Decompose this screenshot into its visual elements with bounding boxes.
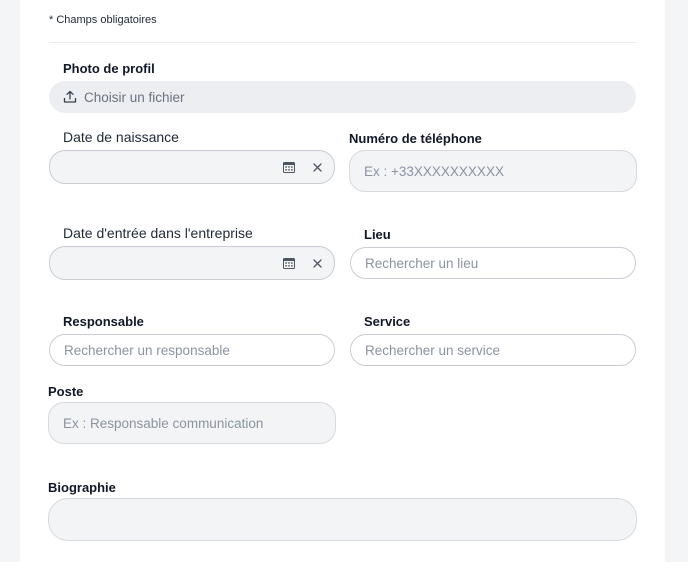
phone-input[interactable]: Ex : +33XXXXXXXXXX xyxy=(349,150,637,192)
position-input[interactable]: Ex : Responsable communication xyxy=(48,402,336,444)
bio-textarea[interactable] xyxy=(48,498,637,541)
calendar-icon[interactable] xyxy=(283,161,295,173)
phone-label: Numéro de téléphone xyxy=(349,131,482,146)
photo-label: Photo de profil xyxy=(63,61,155,76)
hire-date-label: Date d'entrée dans l'entreprise xyxy=(63,225,253,241)
clear-icon[interactable] xyxy=(313,258,322,268)
position-placeholder: Ex : Responsable communication xyxy=(63,415,264,431)
manager-input[interactable]: Rechercher un responsable xyxy=(49,334,335,366)
location-input[interactable]: Rechercher un lieu xyxy=(350,247,636,279)
hire-date-field[interactable] xyxy=(49,246,335,280)
location-label: Lieu xyxy=(364,227,391,242)
clear-icon[interactable] xyxy=(313,162,322,172)
required-fields-note: * Champs obligatoires xyxy=(49,14,157,26)
service-label: Service xyxy=(364,314,411,329)
calendar-icon[interactable] xyxy=(283,257,295,269)
birth-date-field[interactable] xyxy=(49,150,335,184)
manager-placeholder: Rechercher un responsable xyxy=(64,342,230,358)
service-placeholder: Rechercher un service xyxy=(365,342,501,358)
location-placeholder: Rechercher un lieu xyxy=(365,255,479,271)
service-input[interactable]: Rechercher un service xyxy=(350,334,636,366)
phone-placeholder: Ex : +33XXXXXXXXXX xyxy=(364,163,504,179)
manager-label: Responsable xyxy=(63,314,144,329)
divider xyxy=(49,42,636,43)
position-label: Poste xyxy=(48,384,84,399)
choose-file-button[interactable]: Choisir un fichier xyxy=(49,81,636,113)
birth-date-label: Date de naissance xyxy=(63,129,179,145)
profile-form-card: * Champs obligatoires Photo de profil Ch… xyxy=(20,0,665,562)
bio-label: Biographie xyxy=(48,480,116,495)
choose-file-label: Choisir un fichier xyxy=(84,89,185,105)
upload-icon xyxy=(63,90,77,103)
